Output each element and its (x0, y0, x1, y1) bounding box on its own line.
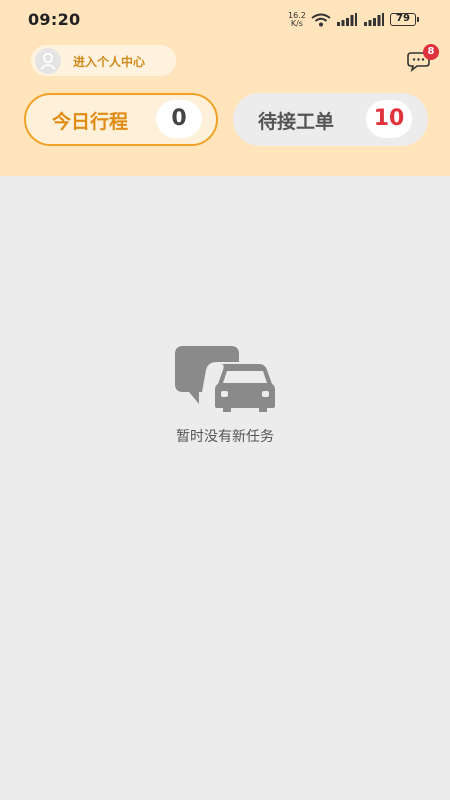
profile-center-button[interactable]: 进入个人中心 (31, 45, 176, 76)
tab-pending-orders[interactable]: 待接工单 10 (233, 93, 428, 146)
empty-state-text: 暂时没有新任务 (176, 429, 274, 445)
profile-center-label: 进入个人中心 (73, 55, 146, 69)
battery-tip (417, 17, 419, 22)
wifi-icon (311, 13, 331, 27)
avatar (35, 48, 61, 74)
battery-icon: 79 (390, 13, 416, 26)
car-chat-icon (175, 346, 275, 412)
network-speed: 16.2 K/s (288, 12, 306, 28)
network-speed-unit: K/s (290, 19, 303, 28)
status-bar: 09:20 16.2 K/s 79 (0, 0, 450, 40)
tab-today-trips[interactable]: 今日行程 0 (24, 93, 218, 146)
status-time: 09:20 (28, 10, 81, 29)
tab-today-trips-count: 0 (156, 100, 202, 138)
header: 09:20 16.2 K/s 79 进入个人中心 8 今日行程 0 待接工单 1… (0, 0, 450, 176)
tab-today-trips-label: 今日行程 (52, 111, 129, 133)
tab-pending-orders-count: 10 (366, 100, 412, 138)
signal-icon-2 (364, 13, 384, 26)
user-icon (40, 52, 56, 70)
signal-icon (337, 13, 357, 26)
tab-pending-orders-label: 待接工单 (258, 111, 335, 133)
message-badge: 8 (423, 44, 439, 60)
